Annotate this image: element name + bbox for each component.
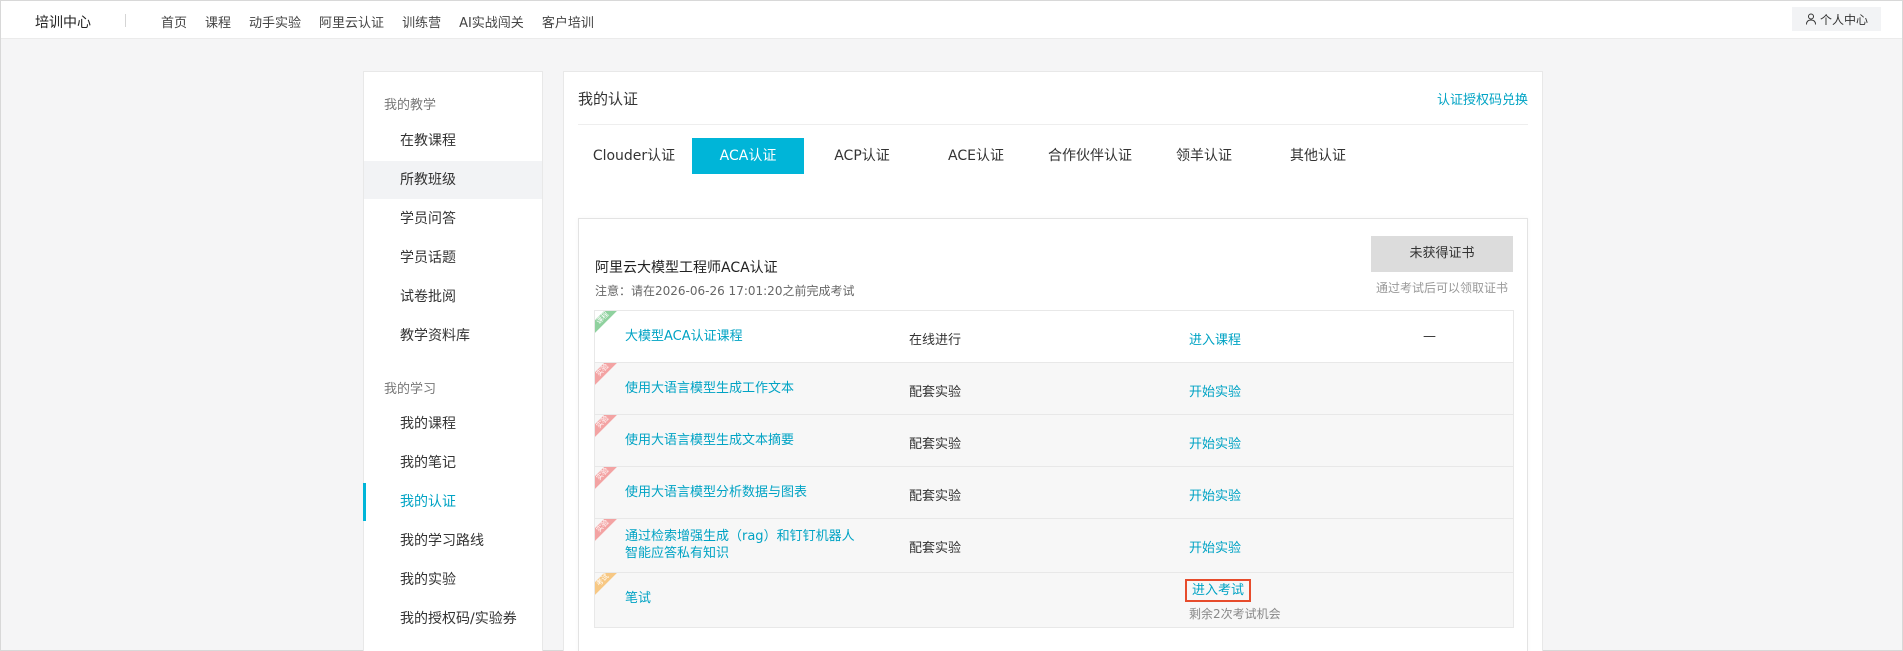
- certificate-hint: 通过考试后可以领取证书: [1375, 281, 1508, 295]
- item-extra: —: [1423, 329, 1436, 344]
- nav-link-home[interactable]: 首页: [161, 12, 187, 31]
- table-row: 实验 通过检索增强生成（rag）和钉钉机器人智能应答私有知识 配套实验 开始实验: [595, 519, 1513, 573]
- cert-name: 阿里云大模型工程师ACA认证: [595, 260, 778, 276]
- brand-divider: [125, 14, 126, 27]
- nav-link-labs[interactable]: 动手实验: [249, 12, 301, 31]
- tag-ribbon-course: 课程: [595, 311, 617, 333]
- item-name-link[interactable]: 笔试: [625, 590, 865, 607]
- exam-attempts-remaining: 剩余2次考试机会: [1189, 607, 1281, 621]
- enter-course-link[interactable]: 进入课程: [1189, 329, 1241, 348]
- sidebar-item-teaching-materials[interactable]: 教学资料库: [364, 317, 542, 355]
- nav-link-bootcamp[interactable]: 训练营: [402, 12, 441, 31]
- tag-ribbon-lab: 实验: [595, 467, 617, 489]
- tab-ace[interactable]: ACE认证: [920, 138, 1032, 174]
- sidebar-group-learning: 我的学习: [384, 382, 437, 397]
- title-divider: [578, 124, 1528, 125]
- sidebar-item-learning-path[interactable]: 我的学习路线: [364, 522, 542, 560]
- sidebar-item-classes[interactable]: 所教班级: [364, 161, 542, 199]
- main-panel: 我的认证 认证授权码兑换 Clouder认证 ACA认证 ACP认证 ACE认证…: [563, 71, 1543, 651]
- sidebar-item-student-topics[interactable]: 学员话题: [364, 239, 542, 277]
- sidebar-item-my-labs[interactable]: 我的实验: [364, 561, 542, 599]
- tag-ribbon-lab: 实验: [595, 415, 617, 437]
- tab-other[interactable]: 其他认证: [1262, 138, 1374, 174]
- nav-link-certification[interactable]: 阿里云认证: [319, 12, 384, 31]
- user-icon: [1805, 13, 1816, 25]
- page-title: 我的认证: [578, 90, 639, 108]
- table-row: 实验 使用大语言模型生成文本摘要 配套实验 开始实验: [595, 415, 1513, 467]
- brand-title[interactable]: 培训中心: [35, 12, 91, 32]
- start-lab-link[interactable]: 开始实验: [1189, 485, 1241, 504]
- item-type: 配套实验: [909, 437, 962, 452]
- tag-ribbon-lab: 实验: [595, 519, 617, 541]
- item-type: 在线进行: [909, 333, 962, 348]
- user-center-label: 个人中心: [1819, 12, 1868, 27]
- item-name-link[interactable]: 使用大语言模型生成工作文本: [625, 380, 865, 397]
- sidebar-item-my-courses[interactable]: 我的课程: [364, 405, 542, 443]
- tab-lingyang[interactable]: 领羊认证: [1148, 138, 1260, 174]
- tab-partner[interactable]: 合作伙伴认证: [1034, 138, 1146, 174]
- nav-link-customer-training[interactable]: 客户培训: [542, 12, 594, 31]
- item-name-link[interactable]: 使用大语言模型分析数据与图表: [625, 484, 865, 501]
- tab-aca[interactable]: ACA认证: [692, 138, 804, 174]
- item-type: 配套实验: [909, 541, 962, 556]
- user-center-button[interactable]: 个人中心: [1792, 7, 1881, 31]
- sidebar-item-my-certification[interactable]: 我的认证: [363, 483, 542, 521]
- tag-ribbon-exam: 考试: [595, 573, 617, 595]
- sidebar-group-teaching: 我的教学: [384, 98, 437, 113]
- cert-items-table: 课程 大模型ACA认证课程 在线进行 进入课程 — 实验 使用大语言模型生成工作…: [594, 310, 1514, 628]
- table-row: 考试 笔试 进入考试 剩余2次考试机会: [595, 573, 1513, 628]
- start-lab-link[interactable]: 开始实验: [1189, 381, 1241, 400]
- item-type: 配套实验: [909, 385, 962, 400]
- enter-exam-button[interactable]: 进入考试: [1185, 579, 1252, 602]
- table-row: 实验 使用大语言模型分析数据与图表 配套实验 开始实验: [595, 467, 1513, 519]
- tab-clouder[interactable]: Clouder认证: [578, 138, 690, 174]
- item-name-link[interactable]: 使用大语言模型生成文本摘要: [625, 432, 865, 449]
- sidebar-item-auth-codes[interactable]: 我的授权码/实验券: [364, 600, 542, 638]
- start-lab-link[interactable]: 开始实验: [1189, 433, 1241, 452]
- nav-links: 首页 课程 动手实验 阿里云认证 训练营 AI实战闯关 客户培训: [161, 12, 612, 31]
- sidebar-item-exam-grading[interactable]: 试卷批阅: [364, 278, 542, 316]
- item-name-link[interactable]: 通过检索增强生成（rag）和钉钉机器人智能应答私有知识: [625, 528, 865, 562]
- tab-acp[interactable]: ACP认证: [806, 138, 918, 174]
- sidebar-item-student-qa[interactable]: 学员问答: [364, 200, 542, 238]
- top-nav: 培训中心 首页 课程 动手实验 阿里云认证 训练营 AI实战闯关 客户培训 个人…: [1, 1, 1902, 39]
- sidebar-item-my-notes[interactable]: 我的笔记: [364, 444, 542, 482]
- nav-link-ai-challenge[interactable]: AI实战闯关: [459, 12, 524, 31]
- cert-deadline-note: 注意：请在2026-06-26 17:01:20之前完成考试: [595, 284, 855, 298]
- item-name-link[interactable]: 大模型ACA认证课程: [625, 328, 865, 345]
- cert-tabs: Clouder认证 ACA认证 ACP认证 ACE认证 合作伙伴认证 领羊认证 …: [578, 138, 1376, 174]
- nav-link-courses[interactable]: 课程: [205, 12, 231, 31]
- get-certificate-button[interactable]: 未获得证书: [1371, 236, 1513, 272]
- sidebar-item-teaching-courses[interactable]: 在教课程: [364, 122, 542, 160]
- cert-card: 阿里云大模型工程师ACA认证 注意：请在2026-06-26 17:01:20之…: [578, 218, 1528, 651]
- page-frame: 培训中心 首页 课程 动手实验 阿里云认证 训练营 AI实战闯关 客户培训 个人…: [0, 0, 1903, 651]
- sidebar: 我的教学 在教课程 所教班级 学员问答 学员话题 试卷批阅 教学资料库 我的学习…: [363, 71, 543, 651]
- table-row: 课程 大模型ACA认证课程 在线进行 进入课程 —: [595, 311, 1513, 363]
- item-type: 配套实验: [909, 489, 962, 504]
- start-lab-link[interactable]: 开始实验: [1189, 537, 1241, 556]
- redeem-auth-code-link[interactable]: 认证授权码兑换: [1437, 89, 1528, 108]
- table-row: 实验 使用大语言模型生成工作文本 配套实验 开始实验: [595, 363, 1513, 415]
- tag-ribbon-lab: 实验: [595, 363, 617, 385]
